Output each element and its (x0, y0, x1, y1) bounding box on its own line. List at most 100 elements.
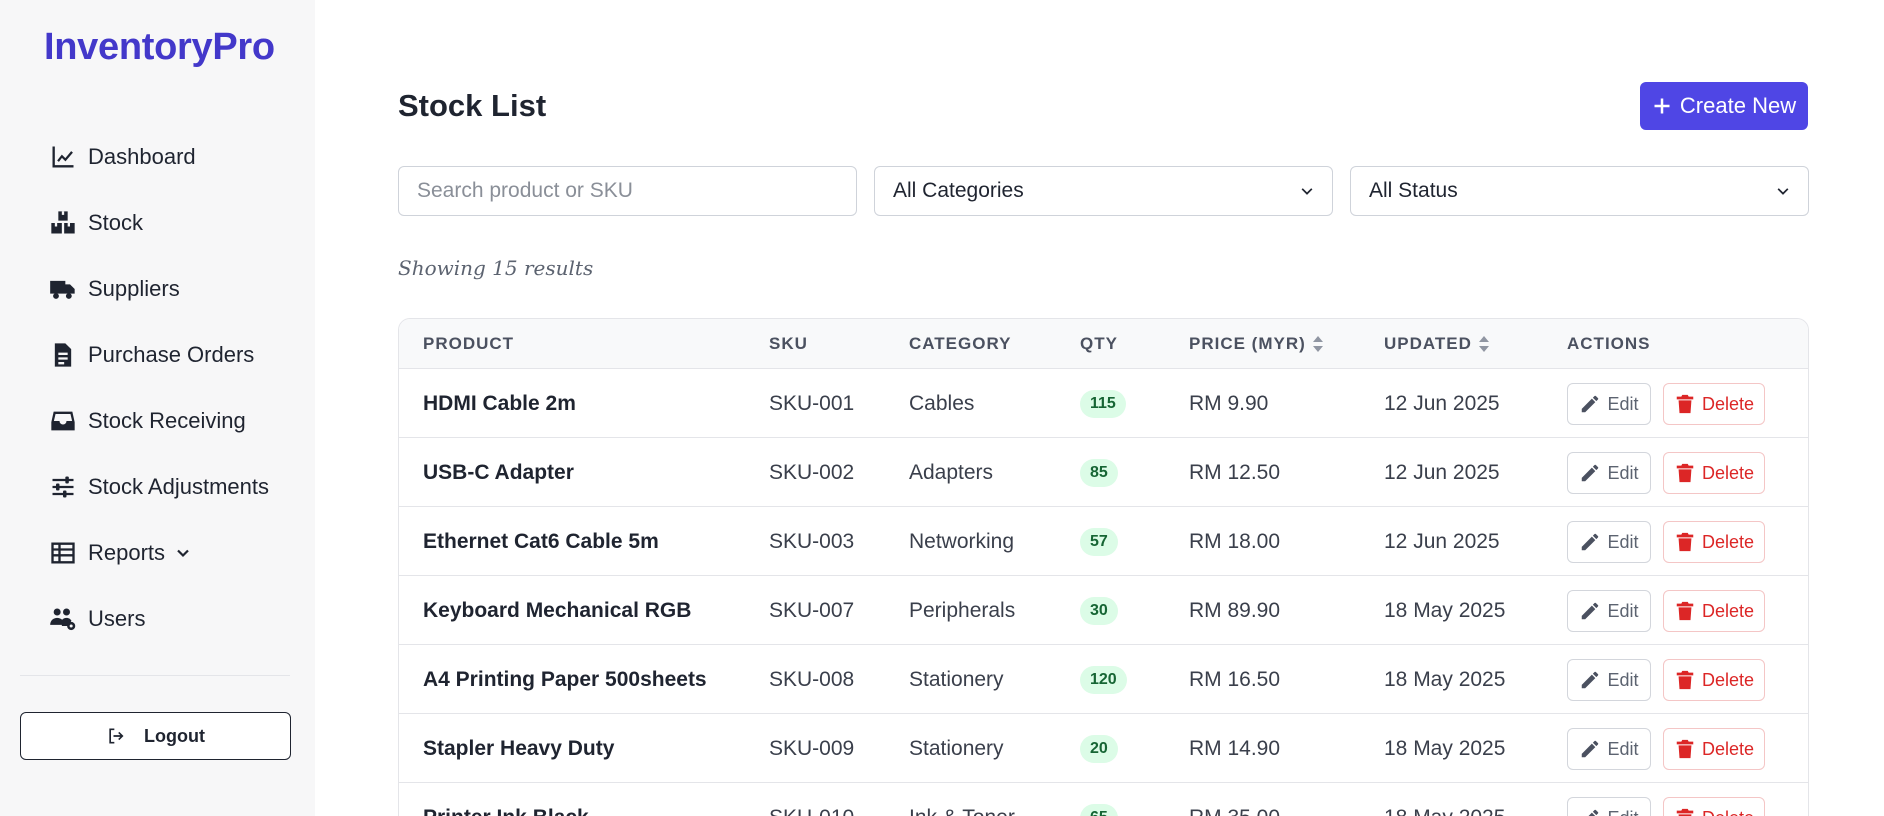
sku-value: SKU-003 (769, 529, 855, 553)
edit-button[interactable]: Edit (1567, 797, 1651, 816)
sidebar-item-dashboard[interactable]: Dashboard (38, 127, 278, 187)
sidebar-item-label: Stock Receiving (88, 408, 246, 433)
updated-value: 12 Jun 2025 (1384, 529, 1500, 553)
edit-button[interactable]: Edit (1567, 452, 1651, 494)
delete-button[interactable]: Delete (1663, 659, 1765, 701)
inbox-icon (48, 406, 78, 436)
edit-button[interactable]: Edit (1567, 659, 1651, 701)
chevron-down-icon (1777, 188, 1789, 195)
qty-badge: 65 (1080, 803, 1118, 816)
trash-icon (1674, 462, 1702, 484)
sidebar: InventoryPro Dashboard Stock Suppliers P… (0, 0, 315, 816)
sidebar-item-stock[interactable]: Stock (38, 193, 278, 253)
updated-value: 18 May 2025 (1384, 736, 1506, 760)
sku-value: SKU-002 (769, 460, 855, 484)
trash-icon (1674, 393, 1702, 415)
qty-badge: 85 (1080, 458, 1118, 487)
edit-label: Edit (1607, 531, 1639, 552)
price-value: RM 9.90 (1189, 391, 1269, 415)
trash-icon (1674, 738, 1702, 760)
column-header-price[interactable]: PRICE (MYR) (1189, 319, 1324, 369)
sku-value: SKU-010 (769, 783, 854, 816)
sidebar-item-stock-receiving[interactable]: Stock Receiving (38, 391, 278, 451)
table-list-icon (48, 538, 78, 568)
sku-value: SKU-008 (769, 667, 855, 691)
delete-label: Delete (1701, 669, 1755, 690)
edit-button[interactable]: Edit (1567, 728, 1651, 770)
create-new-button[interactable]: Create New (1640, 82, 1808, 130)
product-name: Printer Ink Black (423, 783, 589, 816)
truck-icon (48, 274, 78, 304)
sku-value: SKU-009 (769, 736, 855, 760)
brand-logo[interactable]: InventoryPro (44, 26, 275, 69)
search-input[interactable]: Search product or SKU (398, 166, 857, 216)
edit-button[interactable]: Edit (1567, 383, 1651, 425)
updated-value: 12 Jun 2025 (1384, 391, 1500, 415)
sort-icon (1312, 336, 1323, 352)
sidebar-item-label: Stock (88, 210, 144, 235)
qty-cell: 115 (1080, 369, 1126, 438)
edit-button[interactable]: Edit (1567, 521, 1651, 563)
price-value: RM 18.00 (1189, 529, 1281, 553)
trash-icon (1674, 807, 1702, 816)
sidebar-item-suppliers[interactable]: Suppliers (38, 259, 278, 319)
sort-icon (1478, 336, 1489, 352)
column-header-qty: QTY (1080, 334, 1118, 353)
category-value: Peripherals (909, 598, 1016, 622)
delete-button[interactable]: Delete (1663, 452, 1765, 494)
delete-button[interactable]: Delete (1663, 728, 1765, 770)
category-select[interactable]: All Categories (874, 166, 1333, 216)
table-row: Ethernet Cat6 Cable 5m SKU-003 Networking 5… (399, 507, 1808, 576)
column-header-updated[interactable]: UPDATED (1384, 319, 1490, 369)
updated-value: 12 Jun 2025 (1384, 460, 1500, 484)
table-row: Keyboard Mechanical RGB SKU-007 Peripheral… (399, 576, 1808, 645)
sliders-icon (48, 472, 78, 502)
column-header-product: PRODUCT (423, 334, 515, 353)
price-value: RM 12.50 (1189, 460, 1281, 484)
pencil-icon (1579, 807, 1607, 816)
chart-line-icon (48, 142, 78, 172)
sidebar-item-label: Stock Adjustments (88, 474, 269, 499)
sidebar-item-reports[interactable]: Reports (38, 523, 278, 583)
qty-badge: 57 (1080, 527, 1118, 556)
qty-badge: 115 (1080, 389, 1126, 418)
updated-value: 18 May 2025 (1384, 598, 1506, 622)
sidebar-item-purchase-orders[interactable]: Purchase Orders (38, 325, 278, 385)
delete-button[interactable]: Delete (1663, 521, 1765, 563)
sku-value: SKU-001 (769, 391, 855, 415)
trash-icon (1674, 600, 1702, 622)
delete-button[interactable]: Delete (1663, 797, 1765, 816)
delete-label: Delete (1701, 393, 1755, 414)
edit-button[interactable]: Edit (1567, 590, 1651, 632)
qty-cell: 20 (1080, 714, 1118, 783)
pencil-icon (1579, 462, 1607, 484)
sidebar-item-label: Suppliers (88, 276, 180, 301)
delete-button[interactable]: Delete (1663, 590, 1765, 632)
create-new-label: Create New (1679, 93, 1797, 118)
delete-label: Delete (1701, 531, 1755, 552)
table-row: Stapler Heavy Duty SKU-009 Stationery 20 RM … (399, 714, 1808, 783)
table-header: PRODUCT SKU CATEGORY QTY PRICE (MYR) UPD… (399, 319, 1808, 369)
trash-icon (1674, 669, 1702, 691)
qty-cell: 85 (1080, 438, 1118, 507)
price-value: RM 35.00 (1189, 783, 1280, 816)
status-select-value: All Status (1369, 179, 1458, 202)
delete-button[interactable]: Delete (1663, 383, 1765, 425)
sidebar-item-stock-adjustments[interactable]: Stock Adjustments (38, 457, 278, 517)
column-header-actions: ACTIONS (1567, 334, 1651, 353)
sidebar-item-label: Dashboard (88, 144, 196, 169)
stock-table: PRODUCT SKU CATEGORY QTY PRICE (MYR) UPD… (398, 318, 1809, 816)
delete-label: Delete (1701, 600, 1755, 621)
page-title: Stock List (398, 88, 547, 123)
sidebar-item-label: Users (88, 606, 146, 631)
pencil-icon (1579, 600, 1607, 622)
pencil-icon (1579, 531, 1607, 553)
sidebar-item-users[interactable]: Users (38, 589, 278, 649)
sidebar-item-label: Purchase Orders (88, 342, 255, 367)
qty-badge: 120 (1080, 665, 1127, 694)
category-value: Ink & Toner (909, 783, 1015, 816)
delete-label: Delete (1702, 808, 1754, 816)
logout-button[interactable]: Logout (20, 712, 291, 760)
status-select[interactable]: All Status (1350, 166, 1809, 216)
logout-icon (109, 728, 124, 744)
